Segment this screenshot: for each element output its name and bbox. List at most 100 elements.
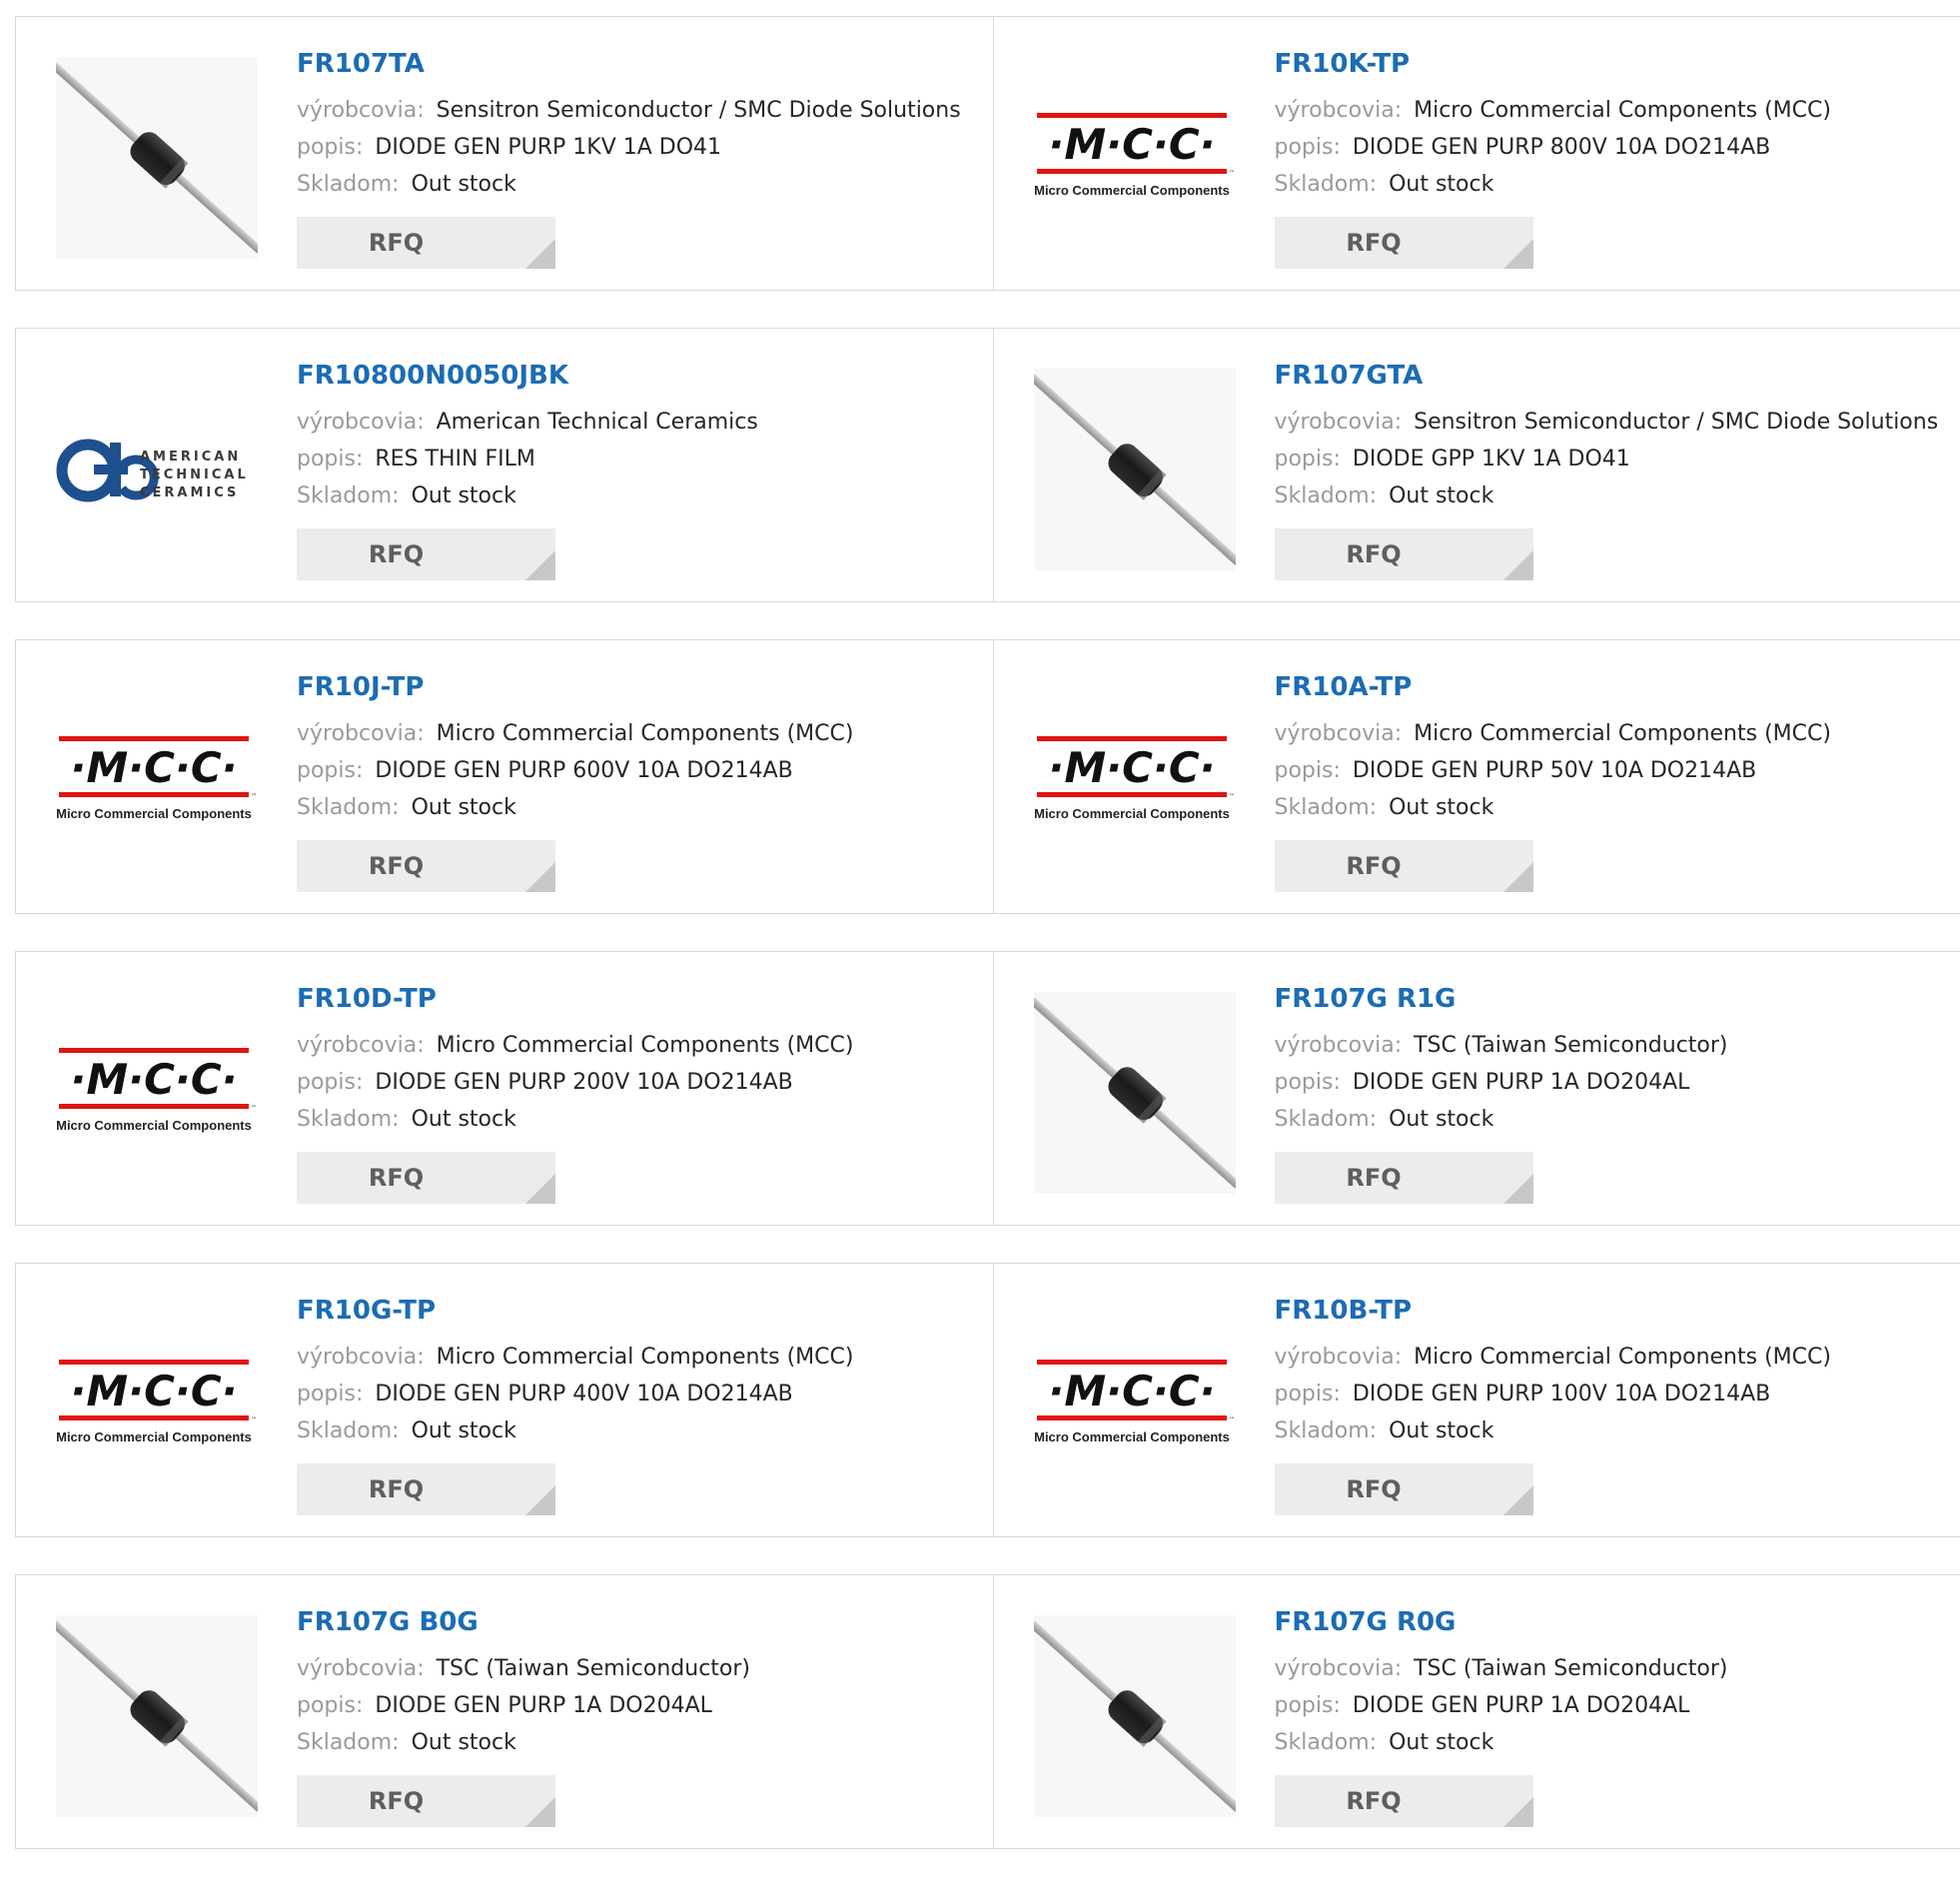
part-number-link[interactable]: FR107TA — [297, 47, 993, 81]
manufacturer-line: výrobcovia: Sensitron Semiconductor / SMC… — [1275, 404, 1960, 441]
rfq-button[interactable]: RFQ — [1275, 217, 1533, 269]
description-value: RES THIN FILM — [375, 447, 534, 472]
rfq-corner-decoration — [1503, 1174, 1533, 1204]
manufacturer-value: Sensitron Semiconductor / SMC Diode Solu… — [1414, 410, 1938, 435]
part-number-link[interactable]: FR10K-TP — [1275, 47, 1960, 81]
part-number-link[interactable]: FR10J-TP — [297, 670, 993, 704]
part-number-link[interactable]: FR10B-TP — [1275, 1294, 1960, 1328]
product-card: FR107TA výrobcovia:Sensitron Semiconduct… — [16, 17, 993, 290]
product-image[interactable]: ·M·C·C·Micro Commercial Components™ — [1034, 1304, 1236, 1505]
product-image[interactable] — [1034, 992, 1236, 1194]
description-label: popis: — [1275, 447, 1341, 472]
description-line: popis:DIODE GEN PURP 1KV 1A DO41 — [297, 129, 993, 166]
rfq-button[interactable]: RFQ — [297, 1775, 555, 1827]
rfq-corner-decoration — [525, 550, 555, 580]
manufacturer-label: výrobcovia: — [297, 410, 425, 435]
description-label: popis: — [297, 135, 363, 160]
rfq-button[interactable]: RFQ — [297, 217, 555, 269]
product-card: ·M·C·C·Micro Commercial Components™ FR10… — [16, 640, 993, 913]
part-number-link[interactable]: FR107G R1G — [1275, 982, 1960, 1016]
description-line: popis:DIODE GEN PURP 1A DO204AL — [1275, 1687, 1960, 1724]
description-label: popis: — [1275, 758, 1341, 783]
description-value: DIODE GEN PURP 100V 10A DO214AB — [1353, 1382, 1770, 1407]
manufacturer-line: výrobcovia:TSC (Taiwan Semiconductor) — [1275, 1027, 1960, 1064]
rfq-button[interactable]: RFQ — [1275, 1775, 1533, 1827]
svg-text:™: ™ — [251, 1105, 257, 1112]
rfq-label: RFQ — [1275, 1152, 1503, 1204]
product-row: ·M·C·C·Micro Commercial Components™ FR10… — [15, 639, 1960, 914]
product-row: AMERICANTECHNICALCERAMICS FR10800N0050JB… — [15, 328, 1960, 602]
description-value: DIODE GEN PURP 600V 10A DO214AB — [375, 758, 792, 783]
manufacturer-line: výrobcovia: Micro Commercial Components (… — [1275, 715, 1960, 752]
manufacturer-value: Micro Commercial Components (MCC) — [1414, 721, 1831, 746]
stock-value: Out stock — [1389, 1730, 1493, 1755]
product-image[interactable]: ·M·C·C·Micro Commercial Components™ — [56, 1304, 258, 1505]
manufacturer-value: TSC (Taiwan Semiconductor) — [1414, 1656, 1727, 1681]
stock-value: Out stock — [1389, 1418, 1493, 1443]
description-label: popis: — [297, 1070, 363, 1095]
diode-image — [1034, 369, 1236, 570]
manufacturer-label: výrobcovia: — [297, 721, 425, 746]
product-image[interactable]: ·M·C·C·Micro Commercial Components™ — [56, 992, 258, 1194]
manufacturer-line: výrobcovia:TSC (Taiwan Semiconductor) — [297, 1650, 993, 1687]
product-image[interactable]: ·M·C·C·Micro Commercial Components™ — [1034, 57, 1236, 259]
rfq-button[interactable]: RFQ — [297, 528, 555, 580]
svg-text:Micro Commercial Components: Micro Commercial Components — [56, 806, 252, 821]
product-info: FR10K-TP výrobcovia:Micro Commercial Com… — [1275, 47, 1960, 203]
atc-logo-image: AMERICANTECHNICALCERAMICS — [56, 369, 258, 570]
product-card: ·M·C·C·Micro Commercial Components™ FR10… — [993, 640, 1960, 913]
mcc-logo-image: ·M·C·C·Micro Commercial Components™ — [1034, 1304, 1236, 1505]
product-image[interactable]: ·M·C·C·Micro Commercial Components™ — [56, 680, 258, 882]
description-value: DIODE GEN PURP 50V 10A DO214AB — [1353, 758, 1756, 783]
rfq-button[interactable]: RFQ — [1275, 1152, 1533, 1204]
rfq-corner-decoration — [525, 239, 555, 269]
rfq-button[interactable]: RFQ — [297, 1152, 555, 1204]
manufacturer-label: výrobcovia: — [1275, 1345, 1403, 1370]
part-number-link[interactable]: FR10800N0050JBK — [297, 359, 993, 393]
description-line: popis: DIODE GEN PURP 50V 10A DO214AB — [1275, 752, 1960, 789]
manufacturer-value: Micro Commercial Components (MCC) — [437, 721, 854, 746]
stock-label: Skladom: — [1275, 1107, 1378, 1132]
stock-value: Out stock — [412, 483, 516, 508]
description-label: popis: — [1275, 1382, 1341, 1407]
rfq-label: RFQ — [297, 1775, 525, 1827]
part-number-link[interactable]: FR107G R0G — [1275, 1605, 1960, 1639]
part-number-link[interactable]: FR10A-TP — [1275, 670, 1960, 704]
stock-line: Skladom:Out stock — [297, 1101, 993, 1138]
rfq-corner-decoration — [1503, 862, 1533, 892]
product-image[interactable] — [56, 57, 258, 259]
rfq-button[interactable]: RFQ — [1275, 1463, 1533, 1515]
product-image[interactable]: AMERICANTECHNICALCERAMICS — [56, 369, 258, 570]
svg-text:Micro Commercial Components: Micro Commercial Components — [56, 1118, 252, 1133]
product-image[interactable] — [1034, 369, 1236, 570]
stock-line: Skladom:Out stock — [297, 1413, 993, 1449]
svg-text:Micro Commercial Components: Micro Commercial Components — [56, 1429, 252, 1444]
svg-text:·M·C·C·: ·M·C·C· — [1048, 743, 1215, 792]
manufacturer-line: výrobcovia:Micro Commercial Components (… — [297, 1027, 993, 1064]
manufacturer-label: výrobcovia: — [297, 1656, 425, 1681]
part-number-link[interactable]: FR107GTA — [1275, 359, 1960, 393]
product-info: FR10D-TP výrobcovia:Micro Commercial Com… — [297, 982, 993, 1138]
product-info: FR10J-TP výrobcovia: Micro Commercial Com… — [297, 670, 993, 826]
rfq-label: RFQ — [1275, 840, 1503, 892]
product-image[interactable] — [56, 1615, 258, 1817]
product-image[interactable] — [1034, 1615, 1236, 1817]
rfq-button[interactable]: RFQ — [1275, 840, 1533, 892]
part-number-link[interactable]: FR107G B0G — [297, 1605, 993, 1639]
svg-text:·M·C·C·: ·M·C·C· — [1048, 120, 1215, 169]
manufacturer-label: výrobcovia: — [1275, 410, 1403, 435]
manufacturer-label: výrobcovia: — [1275, 721, 1403, 746]
product-image[interactable]: ·M·C·C·Micro Commercial Components™ — [1034, 680, 1236, 882]
stock-label: Skladom: — [297, 1730, 400, 1755]
stock-line: Skladom:Out stock — [1275, 789, 1960, 826]
rfq-button[interactable]: RFQ — [1275, 528, 1533, 580]
description-value: DIODE GEN PURP 1A DO204AL — [1353, 1693, 1690, 1718]
description-line: popis:DIODE GEN PURP 600V 10A DO214AB — [297, 752, 993, 789]
rfq-button[interactable]: RFQ — [297, 840, 555, 892]
part-number-link[interactable]: FR10D-TP — [297, 982, 993, 1016]
manufacturer-label: výrobcovia: — [297, 98, 425, 123]
part-number-link[interactable]: FR10G-TP — [297, 1294, 993, 1328]
svg-text:™: ™ — [251, 793, 257, 800]
rfq-button[interactable]: RFQ — [297, 1463, 555, 1515]
product-info: FR107G R0G výrobcovia:TSC (Taiwan Semico… — [1275, 1605, 1960, 1761]
